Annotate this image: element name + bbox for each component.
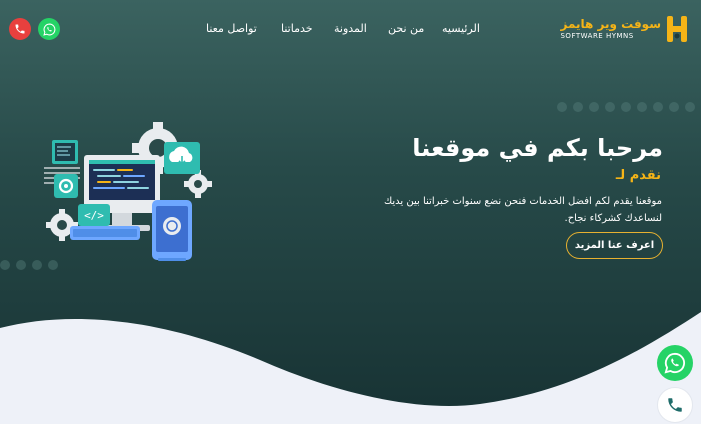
whatsapp-icon <box>664 352 686 374</box>
phone-icon <box>668 398 682 412</box>
hero-wave-divider <box>0 312 701 424</box>
floating-phone-button[interactable] <box>657 387 693 423</box>
hero-section: سوفت وير هايمز SOFTWARE HYMNS الرئيسيه م… <box>0 0 701 424</box>
floating-whatsapp-button[interactable] <box>657 345 693 381</box>
